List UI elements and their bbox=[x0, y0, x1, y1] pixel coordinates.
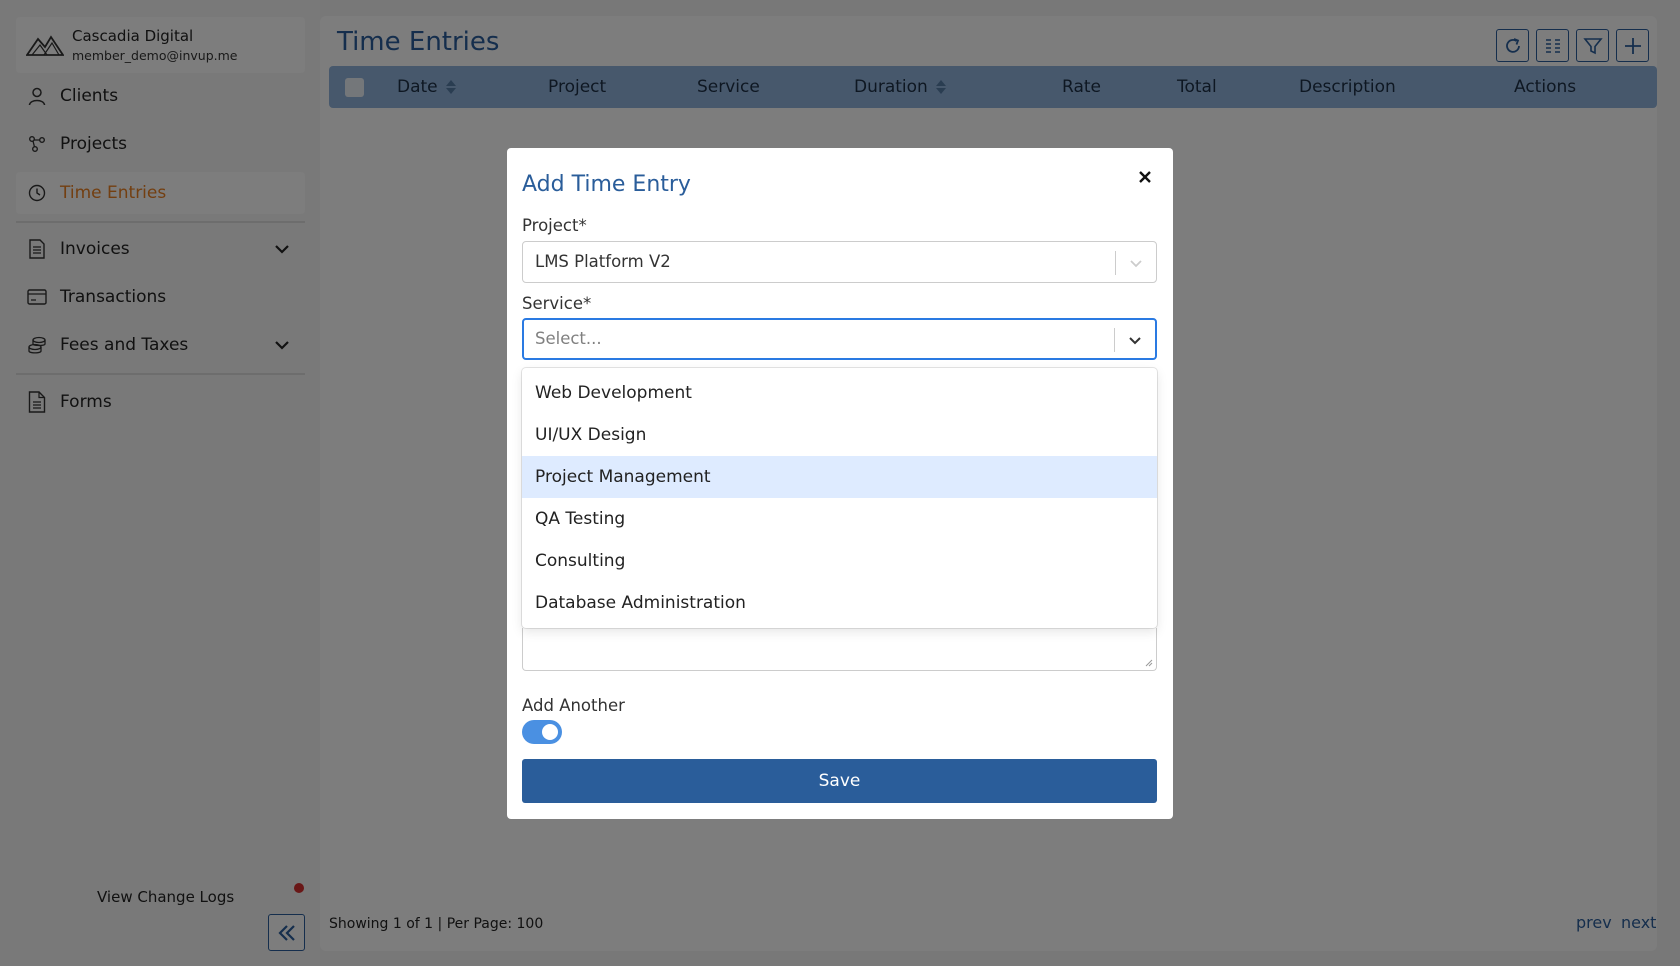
description-textarea[interactable] bbox=[522, 628, 1157, 671]
project-select-value: LMS Platform V2 bbox=[535, 252, 671, 271]
project-label: Project* bbox=[522, 216, 587, 235]
save-button[interactable]: Save bbox=[522, 759, 1157, 803]
select-separator bbox=[1115, 251, 1116, 275]
project-select[interactable]: LMS Platform V2 bbox=[522, 241, 1157, 283]
chevron-down-icon bbox=[1129, 337, 1141, 345]
service-option[interactable]: QA Testing bbox=[522, 498, 1157, 540]
modal-title: Add Time Entry bbox=[522, 172, 691, 197]
service-option[interactable]: Web Development bbox=[522, 372, 1157, 414]
select-separator bbox=[1114, 328, 1115, 352]
close-modal-button[interactable] bbox=[1134, 166, 1156, 188]
resize-grip-icon[interactable] bbox=[1145, 659, 1153, 667]
add-time-entry-modal: Add Time Entry Project* LMS Platform V2 … bbox=[507, 148, 1173, 819]
service-label: Service* bbox=[522, 294, 592, 313]
service-select-placeholder: Select... bbox=[535, 329, 602, 348]
service-select[interactable]: Select... bbox=[522, 318, 1157, 360]
add-another-toggle[interactable] bbox=[522, 720, 562, 744]
add-another-label: Add Another bbox=[522, 696, 625, 715]
service-option[interactable]: Project Management bbox=[522, 456, 1157, 498]
toggle-knob bbox=[542, 724, 558, 740]
service-option[interactable]: Consulting bbox=[522, 540, 1157, 582]
service-dropdown-menu: Web Development UI/UX Design Project Man… bbox=[522, 368, 1157, 628]
service-option[interactable]: Database Administration bbox=[522, 582, 1157, 624]
service-option[interactable]: UI/UX Design bbox=[522, 414, 1157, 456]
close-icon bbox=[1139, 171, 1151, 183]
chevron-down-icon bbox=[1130, 260, 1142, 268]
